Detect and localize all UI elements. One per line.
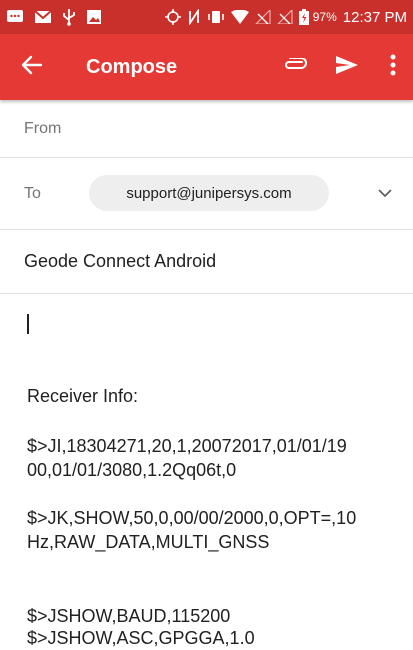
arrow-back-icon (21, 54, 43, 81)
battery-charging-icon (298, 9, 309, 25)
battery-percent: 97% (312, 10, 337, 24)
to-field[interactable]: To support@junipersys.com (0, 158, 413, 230)
expand-recipients-button[interactable] (371, 180, 399, 208)
from-label: From (24, 119, 62, 137)
subject-field[interactable]: Geode Connect Android (0, 230, 413, 294)
more-options-button[interactable] (373, 39, 413, 95)
body-line: $>JI,18304271,20,1,20072017,01/01/19 (27, 436, 347, 456)
body-line: $>JSHOW,ASC,GPGGA,1.0 (27, 628, 255, 648)
page-title: Compose (86, 55, 178, 78)
body-line: Receiver Info: (27, 386, 139, 406)
body-line: 00,01/01/3080,1.2Qq06t,0 (27, 460, 237, 480)
back-button[interactable] (4, 39, 60, 95)
recipient-chip[interactable]: support@junipersys.com (89, 175, 329, 211)
app-bar: Compose (0, 34, 413, 100)
text-cursor (27, 314, 29, 334)
no-signal-icon (276, 10, 293, 24)
no-signal-icon (254, 10, 271, 24)
attach-icon (283, 56, 307, 77)
image-icon (86, 9, 102, 25)
message-body[interactable]: Receiver Info: $>JI,18304271,20,1,200720… (0, 294, 413, 648)
body-line: $>JSHOW,BAUD,115200 (27, 606, 231, 626)
nfc-icon (187, 9, 201, 25)
from-field[interactable]: From (0, 100, 413, 158)
gmail-icon (34, 10, 52, 24)
send-button[interactable] (321, 39, 373, 95)
gps-icon (164, 9, 181, 25)
messages-icon (6, 9, 24, 25)
wifi-icon (230, 10, 249, 24)
to-label: To (24, 184, 41, 202)
more-vert-icon (390, 54, 396, 81)
status-time: 12:37 PM (342, 8, 407, 26)
send-icon (335, 55, 359, 80)
vibrate-icon (207, 10, 225, 24)
usb-icon (62, 8, 76, 26)
attach-button[interactable] (269, 39, 321, 95)
body-line: $>JK,SHOW,50,0,00/00/2000,0,OPT=,10 (27, 508, 357, 528)
chevron-down-icon (378, 185, 392, 203)
subject-text: Geode Connect Android (24, 251, 217, 271)
body-line: Hz,RAW_DATA,MULTI_GNSS (27, 532, 270, 552)
status-bar: 97% 12:37 PM (0, 0, 413, 34)
